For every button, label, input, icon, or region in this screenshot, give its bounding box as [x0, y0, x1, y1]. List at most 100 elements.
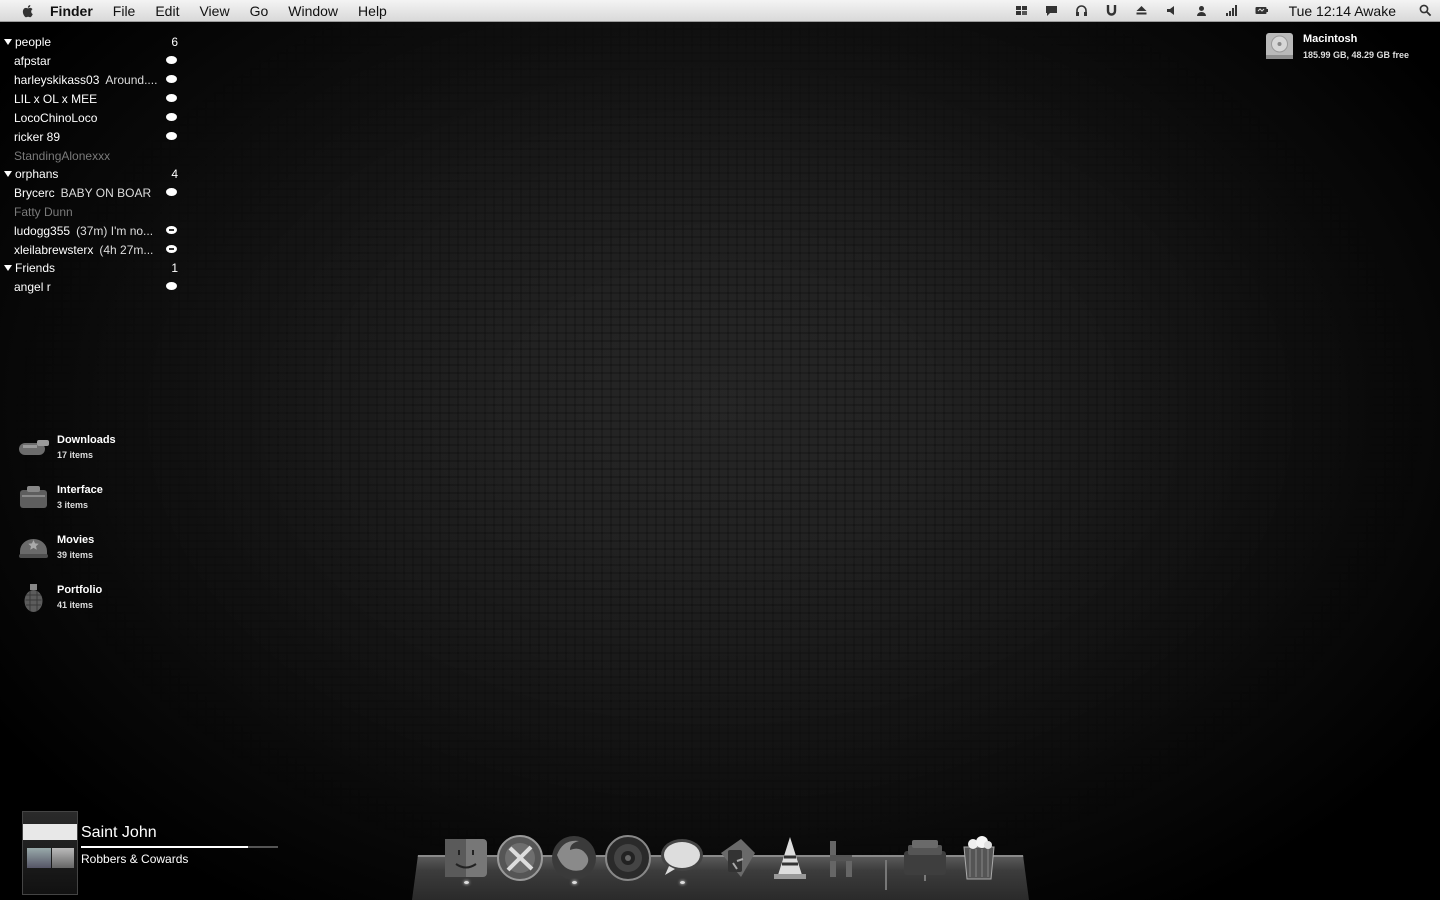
- eject-icon[interactable]: [1127, 0, 1157, 22]
- track-artist: Robbers & Cowards: [81, 852, 189, 866]
- buddy-name: afpstar: [14, 53, 51, 68]
- group-header-friends[interactable]: Friends 1: [4, 259, 178, 277]
- disk-info: 185.99 GB, 48.29 GB free: [1303, 50, 1410, 60]
- buddy-row[interactable]: harleyskikass03 Around....: [4, 70, 178, 89]
- away-bubble-icon: [166, 245, 178, 254]
- buddy-row[interactable]: afpstar: [4, 51, 178, 70]
- running-indicator: [464, 881, 469, 884]
- buddy-status: Around....: [105, 72, 158, 87]
- buddy-name: StandingAlonexxx: [14, 148, 111, 163]
- disclosure-triangle-icon[interactable]: [4, 171, 12, 177]
- buddy-row[interactable]: ricker 89: [4, 127, 178, 146]
- available-bubble-icon: [166, 113, 178, 122]
- menu-edit[interactable]: Edit: [145, 0, 189, 22]
- buddy-name: LocoChinoLoco: [14, 110, 98, 125]
- buddy-row[interactable]: StandingAlonexxx: [4, 146, 178, 165]
- menu-bar: Finder File Edit View Go Window Help Tue…: [0, 0, 1440, 22]
- signal-icon[interactable]: [1217, 0, 1247, 22]
- buddy-row[interactable]: LIL x OL x MEE: [4, 89, 178, 108]
- interface-folder-icon: [17, 481, 50, 514]
- album-art: [22, 811, 78, 895]
- downloads-folder-icon: [17, 431, 50, 464]
- stack-count: 3 items: [57, 500, 89, 510]
- buddy-name: xleilabrewsterx: [14, 242, 94, 257]
- movies-folder-icon: [17, 531, 50, 564]
- buddy-row[interactable]: ludogg355 (37m) I'm no...: [4, 221, 178, 240]
- album-art-band: [23, 824, 77, 840]
- menubar-clock[interactable]: Tue 12:14 Awake: [1277, 3, 1410, 19]
- coda-icon[interactable]: [818, 832, 870, 884]
- magnet-icon[interactable]: [1097, 0, 1127, 22]
- buddy-name: harleyskikass03: [14, 72, 100, 87]
- menu-window[interactable]: Window: [278, 0, 348, 22]
- disclosure-triangle-icon[interactable]: [4, 39, 12, 45]
- spotlight-search-icon[interactable]: [1410, 4, 1440, 17]
- buddy-name: ludogg355: [14, 223, 71, 238]
- stack-count: 17 items: [57, 450, 94, 460]
- disclosure-triangle-icon[interactable]: [4, 265, 12, 271]
- battery-icon[interactable]: [1247, 0, 1277, 22]
- headphones-icon[interactable]: [1067, 0, 1097, 22]
- menu-app-name[interactable]: Finder: [50, 0, 103, 22]
- running-indicator: [572, 881, 577, 884]
- buddy-name: ricker 89: [14, 129, 61, 144]
- buddy-row[interactable]: xleilabrewsterx (4h 27m...: [4, 240, 178, 259]
- buddy-status: (4h 27m...: [99, 242, 154, 257]
- album-art-photo: [27, 848, 51, 868]
- group-count: 6: [171, 35, 178, 49]
- stack-count: 39 items: [57, 550, 94, 560]
- volume-icon[interactable]: [1157, 0, 1187, 22]
- group-count: 1: [171, 261, 178, 275]
- messages-icon[interactable]: [656, 832, 708, 884]
- menu-help[interactable]: Help: [348, 0, 397, 22]
- available-bubble-icon: [166, 132, 178, 141]
- buddy-row[interactable]: LocoChinoLoco: [4, 108, 178, 127]
- disk-name: Macintosh: [1303, 33, 1358, 45]
- group-header-people[interactable]: people 6: [4, 33, 178, 51]
- group-name: Friends: [15, 261, 56, 275]
- wallpaper-texture: [0, 22, 1440, 900]
- menu-view[interactable]: View: [189, 0, 239, 22]
- buddy-name: Brycerc: [14, 185, 55, 200]
- group-name: people: [15, 35, 52, 49]
- dock-separator: [885, 860, 887, 890]
- buddy-status: BABY ON BOAR: [60, 185, 152, 200]
- stack-count: 41 items: [57, 600, 94, 610]
- screens-icon[interactable]: [1007, 0, 1037, 22]
- available-bubble-icon: [166, 94, 178, 103]
- finder-icon[interactable]: [440, 832, 492, 884]
- firefox-icon[interactable]: [548, 832, 600, 884]
- stack-name: Portfolio: [57, 584, 103, 596]
- buddy-name: angel r: [14, 279, 51, 294]
- buddy-row[interactable]: angel r: [4, 277, 178, 296]
- stack-movies[interactable]: Movies 39 items: [17, 525, 157, 569]
- itunes-icon[interactable]: [602, 832, 654, 884]
- trash-icon[interactable]: [953, 832, 1005, 884]
- group-header-orphans[interactable]: orphans 4: [4, 165, 178, 183]
- buddy-list: people 6 afpstar harleyskikass03 Around..…: [4, 33, 178, 296]
- stack-icon[interactable]: [899, 832, 951, 884]
- adium-icon[interactable]: [710, 832, 762, 884]
- available-bubble-icon: [166, 75, 178, 84]
- hard-drive-icon: [1266, 33, 1293, 59]
- buddy-row[interactable]: Fatty Dunn: [4, 202, 178, 221]
- xcode-icon[interactable]: [494, 832, 546, 884]
- menu-file[interactable]: File: [103, 0, 146, 22]
- track-progress-bar: [81, 846, 278, 848]
- stack-downloads[interactable]: Downloads 17 items: [17, 425, 157, 469]
- apple-icon[interactable]: [20, 3, 36, 19]
- user-icon[interactable]: [1187, 0, 1217, 22]
- track-progress-fill: [81, 846, 249, 848]
- stack-interface[interactable]: Interface 3 items: [17, 475, 157, 519]
- now-playing-widget[interactable]: Saint John Robbers & Cowards: [22, 811, 282, 897]
- buddy-name: LIL x OL x MEE: [14, 91, 98, 106]
- stack-portfolio[interactable]: Portfolio 41 items: [17, 575, 157, 619]
- stack-name: Downloads: [57, 434, 116, 446]
- vlc-icon[interactable]: [764, 832, 816, 884]
- menu-go[interactable]: Go: [240, 0, 279, 22]
- running-indicator: [680, 881, 685, 884]
- buddy-row[interactable]: Brycerc BABY ON BOAR: [4, 183, 178, 202]
- chat-icon[interactable]: [1037, 0, 1067, 22]
- macintosh-hd[interactable]: Macintosh 185.99 GB, 48.29 GB free: [1265, 31, 1435, 63]
- buddy-status: (37m) I'm no...: [76, 223, 154, 238]
